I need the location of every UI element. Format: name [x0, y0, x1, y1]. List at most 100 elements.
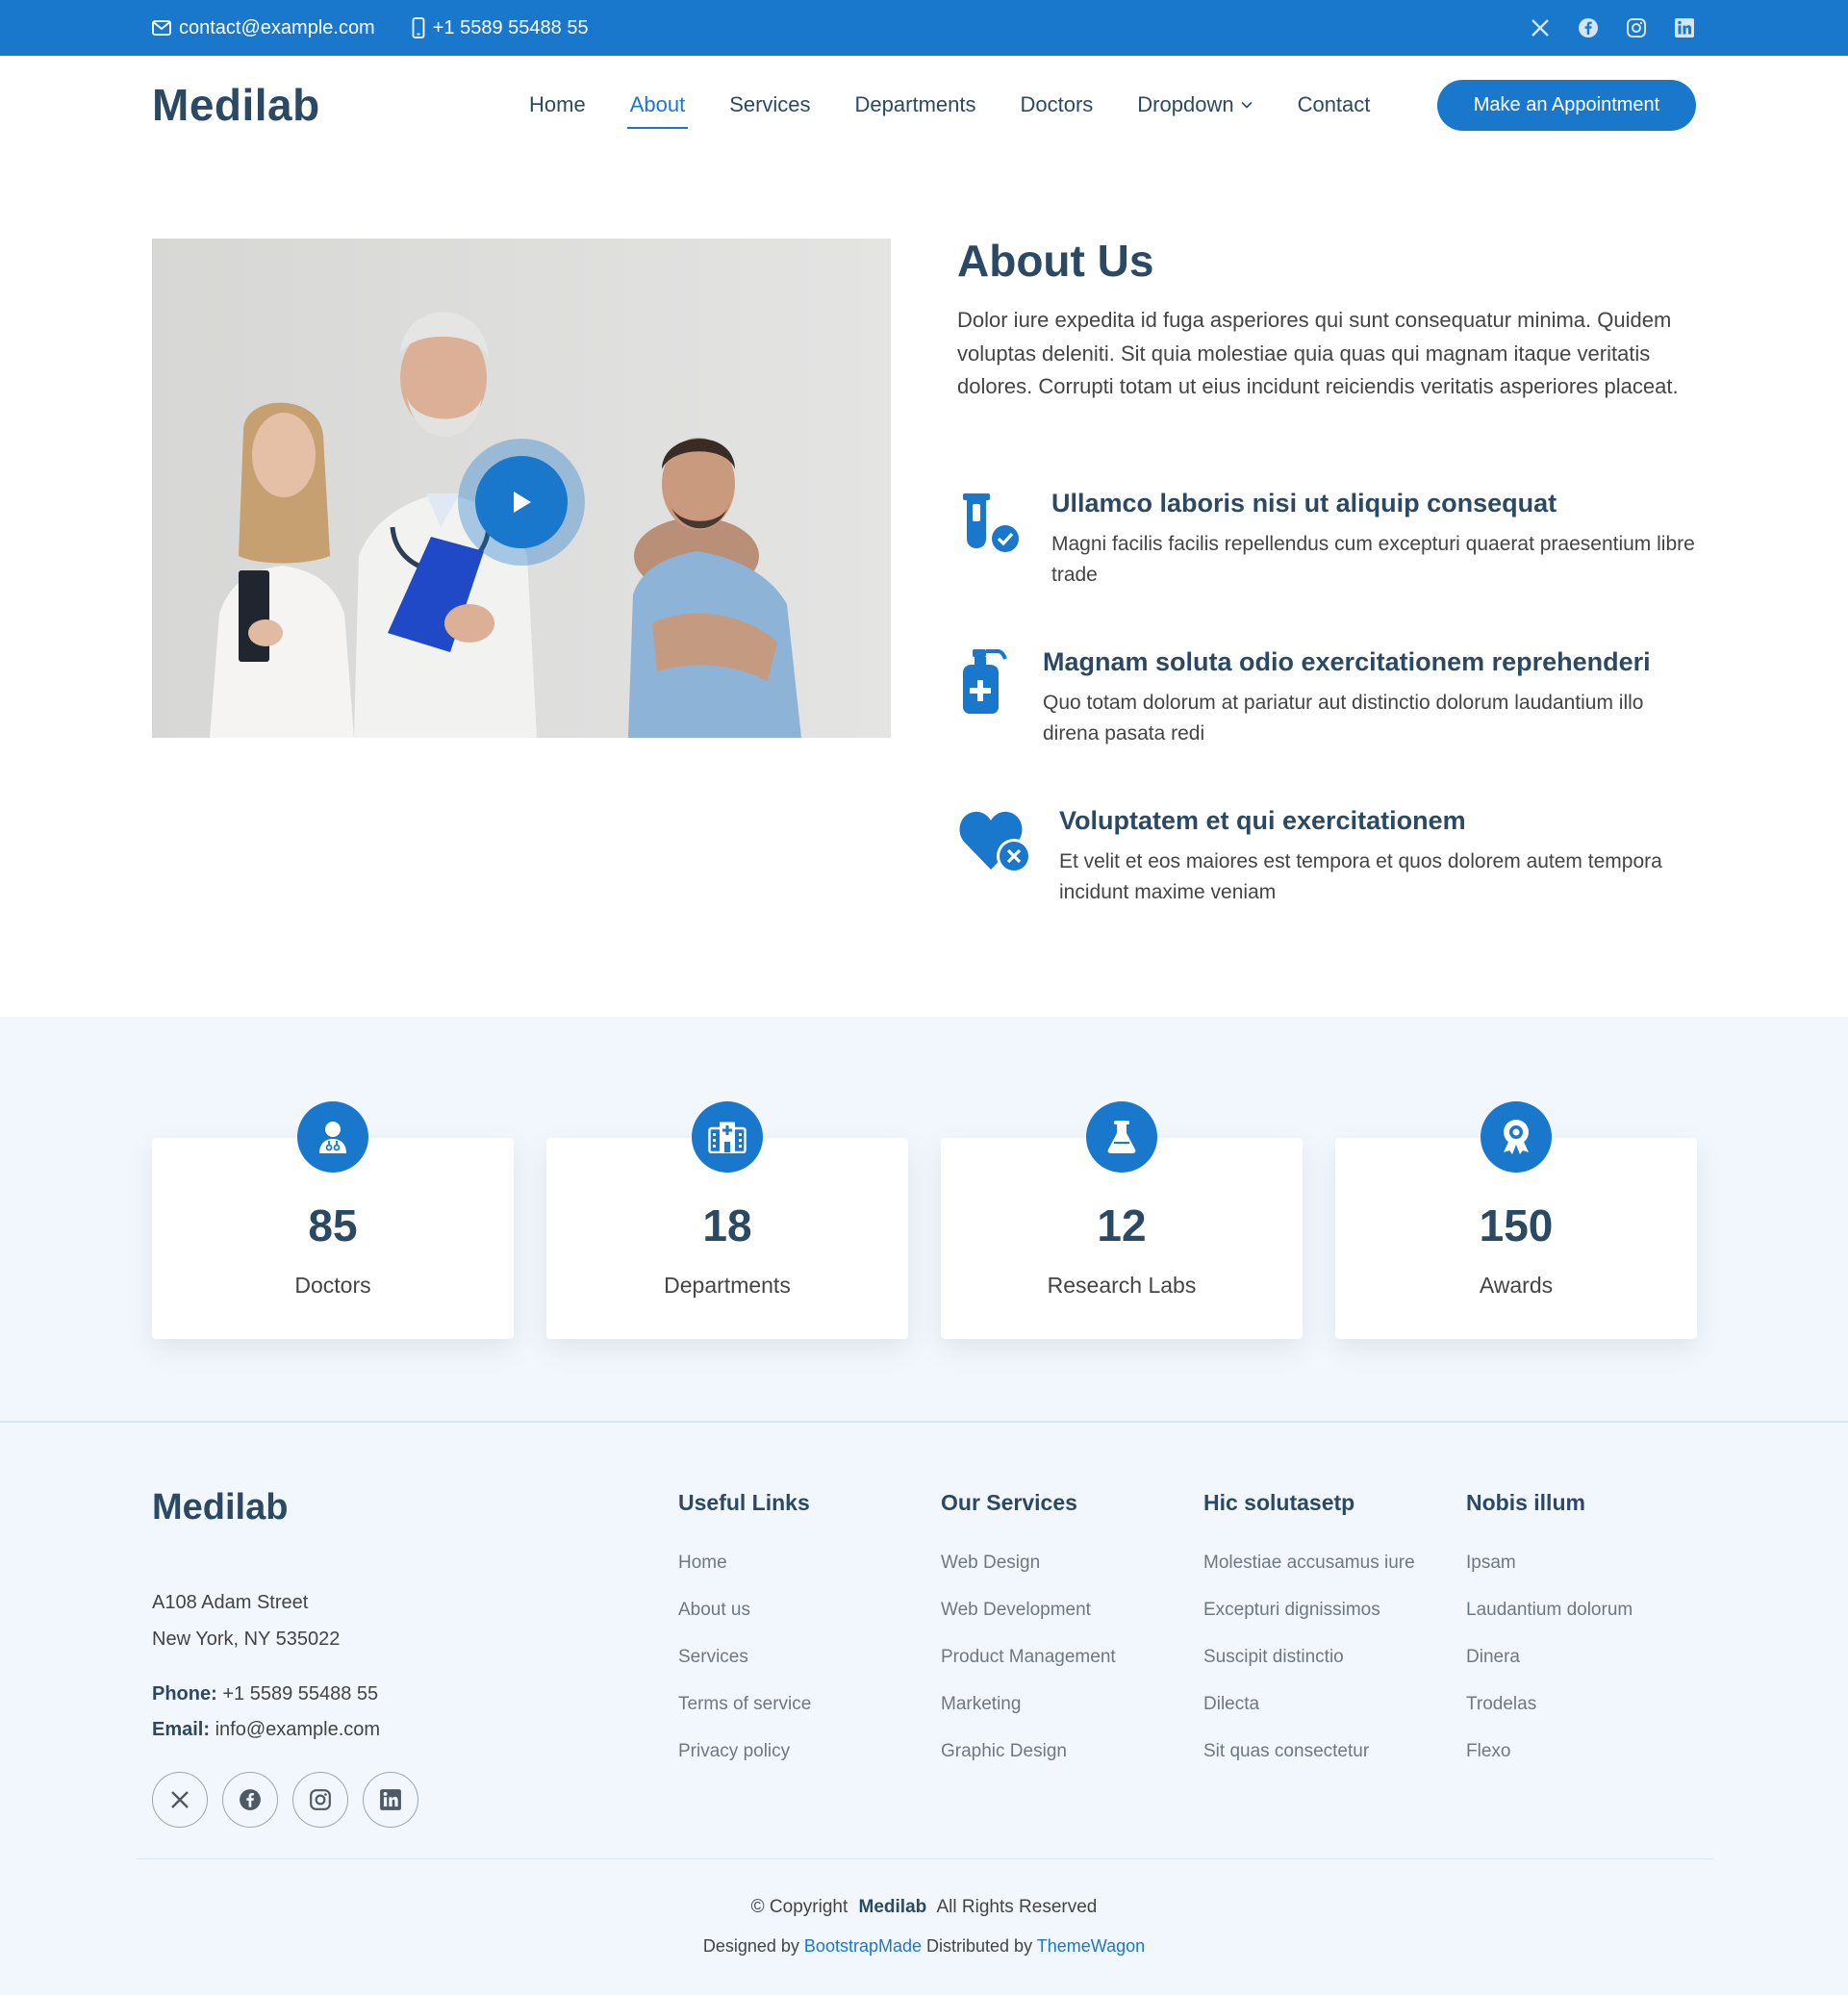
- feature-title: Magnam soluta odio exercitationem repreh…: [1043, 647, 1651, 676]
- footer-link[interactable]: Product Management: [941, 1633, 1116, 1680]
- copyright-prefix: © Copyright: [750, 1897, 848, 1917]
- play-video-button[interactable]: [475, 456, 568, 548]
- nav-about[interactable]: About: [626, 92, 688, 129]
- footer-link[interactable]: Laudantium dolorum: [1466, 1586, 1633, 1633]
- feature-text: Quo totam dolorum at pariatur aut distin…: [1043, 692, 1644, 745]
- stat-value: 85: [308, 1200, 358, 1250]
- footer-link[interactable]: Services: [678, 1633, 811, 1680]
- feature-item: Ullamco laboris nisi ut aliquip consequa…: [957, 489, 1698, 604]
- test-tube-check-icon: [963, 493, 1022, 555]
- feature-item: Voluptatem et qui exercitationem Et veli…: [957, 806, 1698, 922]
- distributor-link[interactable]: ThemeWagon: [1037, 1936, 1145, 1956]
- footer-link[interactable]: Marketing: [941, 1680, 1116, 1728]
- nav-home[interactable]: Home: [529, 92, 586, 117]
- footer-link[interactable]: Home: [678, 1539, 811, 1586]
- footer-column: Useful Links Home About us Services Term…: [678, 1490, 811, 1775]
- play-icon: [514, 492, 531, 513]
- stat-card: 12 Research Labs: [941, 1101, 1303, 1339]
- stat-value: 18: [702, 1200, 752, 1250]
- nav-dropdown[interactable]: Dropdown: [1137, 92, 1253, 117]
- phone-icon: [412, 17, 425, 38]
- site-footer: Medilab A108 Adam Street New York, NY 53…: [0, 1421, 1848, 1995]
- feature-text: Et velit et eos maiores est tempora et q…: [1059, 850, 1662, 903]
- feature-item: Magnam soluta odio exercitationem repreh…: [957, 647, 1698, 763]
- stat-card: 85 Doctors: [152, 1101, 514, 1339]
- copyright: © Copyright Medilab All Rights Reserved: [0, 1897, 1848, 1918]
- stat-icon-circle: [1481, 1101, 1552, 1173]
- envelope-icon: [152, 20, 171, 36]
- credits: Designed by BootstrapMade Distributed by…: [0, 1936, 1848, 1957]
- stat-icon-circle: [692, 1101, 763, 1173]
- footer-divider: [137, 1858, 1714, 1859]
- main-nav: Home About Services Departments Doctors …: [529, 56, 1370, 154]
- topbar-email[interactable]: contact@example.com: [152, 17, 375, 39]
- footer-link[interactable]: Terms of service: [678, 1680, 811, 1728]
- instagram-icon[interactable]: [1625, 16, 1648, 39]
- footer-link[interactable]: Sit quas consectetur: [1203, 1728, 1415, 1775]
- footer-contact: Phone: +1 5589 55488 55 Email: info@exam…: [152, 1677, 380, 1748]
- footer-link[interactable]: Privacy policy: [678, 1728, 811, 1775]
- stat-icon-circle: [297, 1101, 368, 1173]
- footer-column-title: Useful Links: [678, 1490, 810, 1515]
- topbar-contact: contact@example.com +1 5589 55488 55: [152, 0, 589, 56]
- footer-phone-label: Phone:: [152, 1683, 217, 1705]
- stat-value: 150: [1479, 1200, 1554, 1250]
- topbar: contact@example.com +1 5589 55488 55: [0, 0, 1848, 56]
- footer-link[interactable]: About us: [678, 1586, 811, 1633]
- footer-link[interactable]: Flexo: [1466, 1728, 1633, 1775]
- stat-card: 150 Awards: [1335, 1101, 1697, 1339]
- stat-label: Awards: [1479, 1273, 1554, 1298]
- nav-doctors[interactable]: Doctors: [1021, 92, 1094, 117]
- footer-address: A108 Adam Street New York, NY 535022: [152, 1584, 340, 1657]
- facebook-icon[interactable]: [1577, 16, 1600, 39]
- linkedin-icon: [380, 1789, 401, 1810]
- footer-link[interactable]: Excepturi dignissimos: [1203, 1586, 1415, 1633]
- flask-icon: [1107, 1121, 1136, 1153]
- designed-by-label: Designed by: [702, 1936, 799, 1956]
- footer-link[interactable]: Web Development: [941, 1586, 1116, 1633]
- nav-services[interactable]: Services: [729, 92, 810, 117]
- footer-address-line: New York, NY 535022: [152, 1629, 341, 1650]
- doctor-icon: [319, 1122, 346, 1153]
- nav-contact[interactable]: Contact: [1298, 92, 1371, 117]
- linkedin-icon[interactable]: [1673, 16, 1696, 39]
- footer-link[interactable]: Ipsam: [1466, 1539, 1633, 1586]
- appointment-button[interactable]: Make an Appointment: [1437, 80, 1696, 131]
- about-description: Dolor iure expedita id fuga asperiores q…: [957, 308, 1679, 398]
- instagram-icon: [310, 1789, 331, 1810]
- footer-column-title: Nobis illum: [1466, 1490, 1585, 1515]
- about-title: About Us: [957, 236, 1154, 286]
- site-header: Medilab Home About Services Departments …: [0, 56, 1848, 154]
- footer-link[interactable]: Dinera: [1466, 1633, 1633, 1680]
- footer-facebook-button[interactable]: [222, 1772, 278, 1828]
- footer-column-title: Hic solutasetp: [1203, 1490, 1355, 1515]
- x-icon: [171, 1791, 189, 1808]
- footer-link[interactable]: Web Design: [941, 1539, 1116, 1586]
- footer-address-line: A108 Adam Street: [152, 1592, 309, 1613]
- footer-instagram-button[interactable]: [292, 1772, 348, 1828]
- site-logo[interactable]: Medilab: [152, 79, 320, 131]
- designer-link[interactable]: BootstrapMade: [804, 1936, 922, 1956]
- copyright-brand: Medilab: [858, 1897, 927, 1917]
- footer-link[interactable]: Trodelas: [1466, 1680, 1633, 1728]
- feature-title: Ullamco laboris nisi ut aliquip consequa…: [1051, 489, 1557, 518]
- footer-link[interactable]: Dilecta: [1203, 1680, 1415, 1728]
- nav-departments[interactable]: Departments: [855, 92, 976, 117]
- topbar-phone[interactable]: +1 5589 55488 55: [412, 17, 589, 39]
- footer-column-title: Our Services: [941, 1490, 1077, 1515]
- topbar-social: [1529, 0, 1696, 56]
- hospital-icon: [708, 1122, 747, 1153]
- footer-x-button[interactable]: [152, 1772, 208, 1828]
- footer-linkedin-button[interactable]: [363, 1772, 418, 1828]
- distributed-by-label: Distributed by: [926, 1936, 1033, 1956]
- stat-card: 18 Departments: [546, 1101, 908, 1339]
- footer-link[interactable]: Molestiae accusamus iure: [1203, 1539, 1415, 1586]
- heart-x-icon: [959, 811, 1031, 873]
- footer-link[interactable]: Graphic Design: [941, 1728, 1116, 1775]
- x-icon[interactable]: [1529, 16, 1552, 39]
- footer-link[interactable]: Suscipit distinctio: [1203, 1633, 1415, 1680]
- footer-column: Our Services Web Design Web Development …: [941, 1490, 1116, 1775]
- footer-logo[interactable]: Medilab: [152, 1487, 288, 1528]
- topbar-email-text: contact@example.com: [179, 16, 375, 38]
- play-video-ring: [458, 439, 585, 566]
